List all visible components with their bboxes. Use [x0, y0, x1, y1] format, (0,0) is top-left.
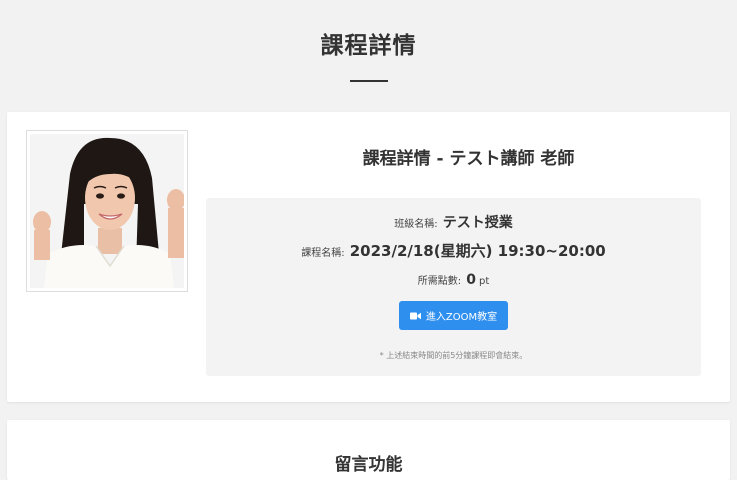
enter-zoom-button[interactable]: 進入ZOOM教室	[399, 301, 508, 330]
class-name-row: 班級名稱: テスト授業	[206, 212, 701, 232]
class-name-value: テスト授業	[442, 215, 513, 231]
points-label: 所需點數:	[417, 276, 462, 287]
end-time-note: * 上述結束時間的前5分鐘課程即會結束。	[379, 351, 528, 360]
message-card: 留言功能	[7, 420, 730, 480]
course-name-row: 課程名稱: 2023/2/18(星期六) 19:30~20:00	[206, 240, 701, 261]
teacher-photo-frame	[26, 130, 188, 292]
points-row: 所需點數: 0 pt	[206, 269, 701, 288]
points-value: 0	[466, 272, 476, 288]
video-camera-icon	[409, 312, 421, 320]
course-detail-card: 課程詳情 - テスト講師 老師 班級名稱: テスト授業 課程名稱: 2023/2…	[7, 112, 730, 402]
course-name-value: 2023/2/18(星期六) 19:30~20:00	[349, 242, 606, 260]
page-header: 課程詳情	[0, 0, 737, 112]
course-info-box: 班級名稱: テスト授業 課程名稱: 2023/2/18(星期六) 19:30~2…	[206, 198, 701, 376]
course-heading: 課程詳情 - テスト講師 老師	[362, 149, 575, 169]
enter-zoom-button-label: 進入ZOOM教室	[425, 312, 498, 323]
points-unit: pt	[478, 276, 490, 287]
class-name-label: 班級名稱:	[394, 219, 438, 230]
title-divider	[350, 80, 388, 82]
message-section-title: 留言功能	[334, 455, 403, 475]
page-title: 課程詳情	[320, 33, 417, 59]
course-name-label: 課程名稱:	[301, 248, 345, 259]
teacher-photo	[30, 134, 184, 288]
